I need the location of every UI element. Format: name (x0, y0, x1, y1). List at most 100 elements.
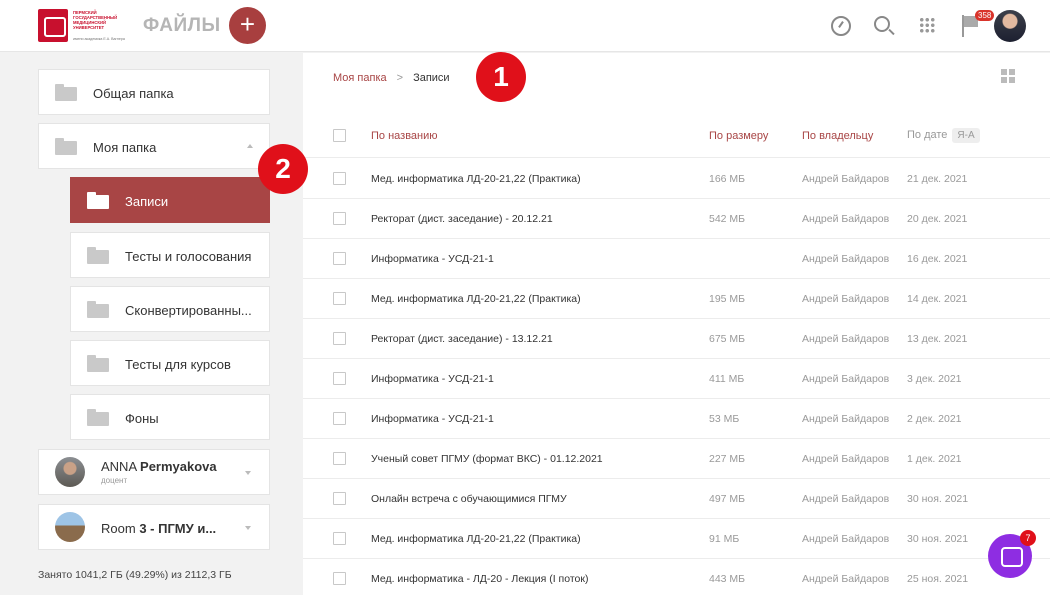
table-row[interactable]: Ректорат (дист. заседание) - 13.12.21 675… (303, 319, 1050, 359)
chevron-down-icon[interactable] (245, 471, 251, 475)
folder-icon (87, 192, 109, 209)
file-owner: Андрей Байдаров (802, 453, 890, 465)
sort-order-chip[interactable]: Я-А (952, 128, 980, 143)
chevron-down-icon[interactable] (245, 526, 251, 530)
user-role: доцент (101, 476, 128, 485)
table-row[interactable]: Мед. информатика ЛД-20-21,22 (Практика) 1… (303, 159, 1050, 199)
user-avatar[interactable] (994, 10, 1026, 42)
table-header: По названию По размеру По владельцу По д… (303, 116, 1050, 158)
storage-usage: Занято 1041,2 ГБ (49.29%) из 2112,3 ГБ (38, 569, 232, 581)
file-size: 443 МБ (709, 573, 746, 585)
sidebar-subitem-backgrounds[interactable]: Фоны (70, 394, 270, 440)
gauge-icon[interactable] (831, 16, 851, 36)
logo-subtext: имени академика Е.А. Вагнера (73, 37, 125, 41)
file-date: 21 дек. 2021 (907, 173, 968, 185)
breadcrumb-current: Записи (413, 72, 450, 84)
table-row[interactable]: Информатика - УСД-21-1 Андрей Байдаров 16 … (303, 239, 1050, 279)
folder-icon (87, 247, 109, 264)
file-size: 91 МБ (709, 533, 740, 545)
top-header: ПЕРМСКИЙ ГОСУДАРСТВЕННЫЙ МЕДИЦИНСКИЙ УНИ… (0, 0, 1050, 52)
row-checkbox[interactable] (333, 172, 346, 185)
table-row[interactable]: Ученый совет ПГМУ (формат ВКС) - 01.12.2… (303, 439, 1050, 479)
avatar (55, 512, 85, 542)
file-owner: Андрей Байдаров (802, 413, 890, 425)
apps-grid-icon[interactable] (919, 17, 935, 33)
file-owner: Андрей Байдаров (802, 573, 890, 585)
file-name[interactable]: Мед. информатика ЛД-20-21,22 (Практика) (371, 533, 581, 545)
row-checkbox[interactable] (333, 572, 346, 585)
row-checkbox[interactable] (333, 252, 346, 265)
file-size: 227 МБ (709, 453, 746, 465)
sidebar-subitem-converted[interactable]: Сконвертированны... (70, 286, 270, 332)
sort-by-date[interactable]: По дате Я-А (907, 128, 980, 143)
file-name[interactable]: Онлайн встреча с обучающимися ПГМУ (371, 493, 567, 505)
page-title: ФАЙЛЫ (143, 15, 221, 36)
row-checkbox[interactable] (333, 332, 346, 345)
row-checkbox[interactable] (333, 452, 346, 465)
file-name[interactable]: Ученый совет ПГМУ (формат ВКС) - 01.12.2… (371, 453, 603, 465)
table-row[interactable]: Мед. информатика - ЛД-20 - Лекция (I пот… (303, 559, 1050, 595)
breadcrumb-separator: > (396, 72, 404, 84)
sidebar-item-my-folder[interactable]: Моя папка (38, 123, 270, 169)
table-row[interactable]: Мед. информатика ЛД-20-21,22 (Практика) 9… (303, 519, 1050, 559)
table-row[interactable]: Информатика - УСД-21-1 411 МБ Андрей Байда… (303, 359, 1050, 399)
sort-by-size[interactable]: По размеру (709, 130, 768, 142)
callout-1: 1 (476, 52, 526, 102)
file-name[interactable]: Информатика - УСД-21-1 (371, 413, 494, 425)
notifications-badge: 358 (975, 10, 995, 21)
row-checkbox[interactable] (333, 212, 346, 225)
file-owner: Андрей Байдаров (802, 173, 890, 185)
file-size: 53 МБ (709, 413, 740, 425)
file-size: 166 МБ (709, 173, 746, 185)
row-checkbox[interactable] (333, 532, 346, 545)
file-name[interactable]: Ректорат (дист. заседание) - 20.12.21 (371, 213, 553, 225)
add-button[interactable]: + (229, 7, 266, 44)
file-date: 14 дек. 2021 (907, 293, 968, 305)
file-name[interactable]: Мед. информатика ЛД-20-21,22 (Практика) (371, 293, 581, 305)
avatar (55, 457, 85, 487)
table-row[interactable]: Мед. информатика ЛД-20-21,22 (Практика) 1… (303, 279, 1050, 319)
file-size: 675 МБ (709, 333, 746, 345)
search-icon[interactable] (874, 16, 890, 32)
sidebar-item-label: Записи (125, 194, 169, 209)
file-size: 542 МБ (709, 213, 746, 225)
file-name[interactable]: Информатика - УСД-21-1 (371, 373, 494, 385)
breadcrumb-root[interactable]: Моя папка (333, 72, 387, 84)
university-logo-icon[interactable] (38, 9, 68, 42)
sidebar-item-label: Сконвертированны... (125, 303, 252, 318)
select-all-checkbox[interactable] (333, 129, 346, 142)
sort-by-name[interactable]: По названию (371, 130, 438, 142)
file-date: 16 дек. 2021 (907, 253, 968, 265)
file-owner: Андрей Байдаров (802, 533, 890, 545)
file-size: 497 МБ (709, 493, 746, 505)
folder-icon (87, 301, 109, 318)
file-name[interactable]: Мед. информатика ЛД-20-21,22 (Практика) (371, 173, 581, 185)
sidebar-user-anna[interactable]: ANNA Permyakova доцент (38, 449, 270, 495)
sidebar-item-label: Моя папка (93, 140, 157, 155)
sidebar-subitem-tests-polls[interactable]: Тесты и голосования (70, 232, 270, 278)
file-name[interactable]: Информатика - УСД-21-1 (371, 253, 494, 265)
row-checkbox[interactable] (333, 492, 346, 505)
file-date: 20 дек. 2021 (907, 213, 968, 225)
table-row[interactable]: Онлайн встреча с обучающимися ПГМУ 497 МБ… (303, 479, 1050, 519)
table-row[interactable]: Информатика - УСД-21-1 53 МБ Андрей Байдар… (303, 399, 1050, 439)
row-checkbox[interactable] (333, 372, 346, 385)
sidebar-subitem-course-tests[interactable]: Тесты для курсов (70, 340, 270, 386)
table-row[interactable]: Ректорат (дист. заседание) - 20.12.21 542… (303, 199, 1050, 239)
sidebar-subitem-recordings[interactable]: Записи (70, 177, 270, 223)
shared-folder-icon (55, 84, 77, 101)
sidebar-user-room[interactable]: Room 3 - ПГМУ и... (38, 504, 270, 550)
file-owner: Андрей Байдаров (802, 493, 890, 505)
file-size: 411 МБ (709, 373, 745, 385)
file-name[interactable]: Ректорат (дист. заседание) - 13.12.21 (371, 333, 553, 345)
sidebar-item-common-folder[interactable]: Общая папка (38, 69, 270, 115)
file-owner: Андрей Байдаров (802, 213, 890, 225)
row-checkbox[interactable] (333, 292, 346, 305)
row-checkbox[interactable] (333, 412, 346, 425)
file-name[interactable]: Мед. информатика - ЛД-20 - Лекция (I пот… (371, 573, 588, 585)
grid-view-icon[interactable] (1001, 69, 1015, 83)
sort-by-owner[interactable]: По владельцу (802, 130, 873, 142)
chevron-up-icon[interactable] (247, 144, 253, 148)
user-name: ANNA Permyakova (101, 459, 217, 474)
file-owner: Андрей Байдаров (802, 253, 890, 265)
